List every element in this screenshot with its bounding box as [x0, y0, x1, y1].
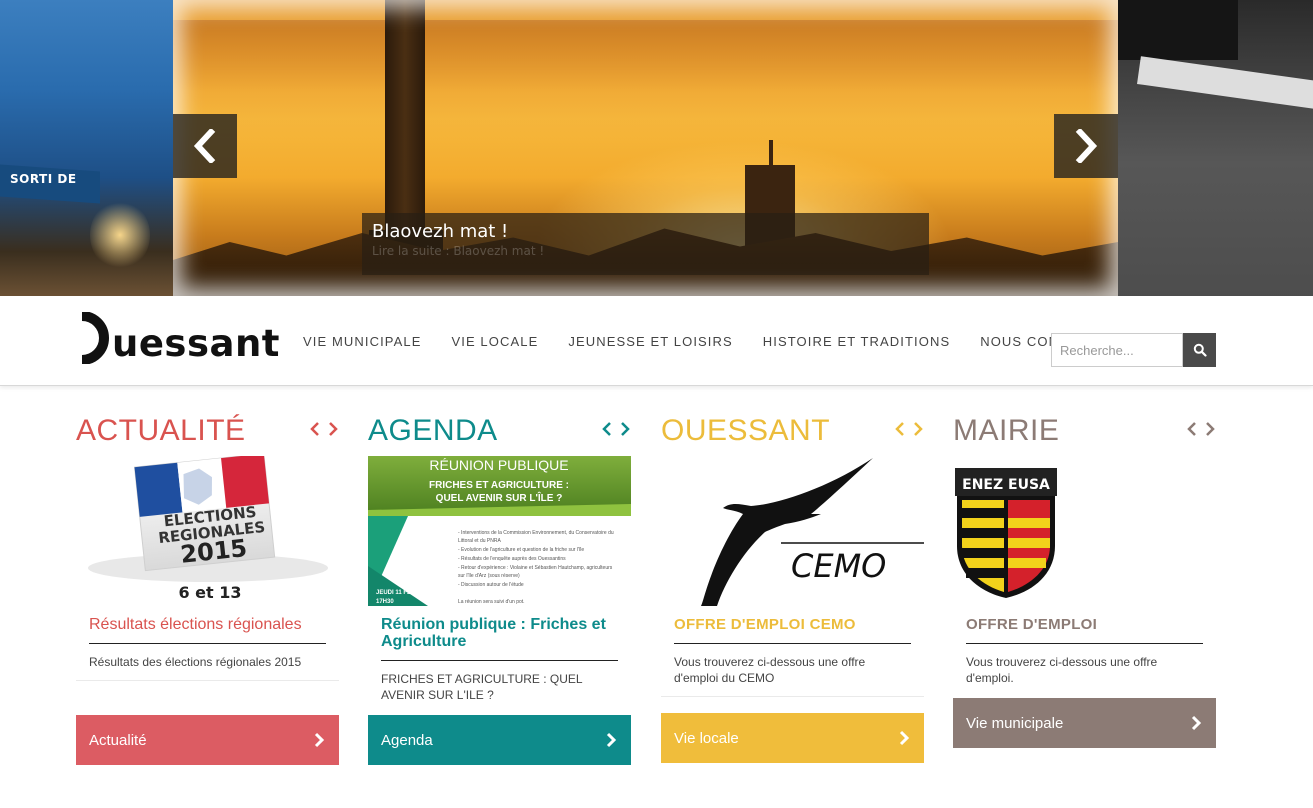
column-arrows: [309, 421, 339, 437]
slide-preview-left[interactable]: SORTI DE: [0, 0, 173, 296]
svg-text:- Evolution de l'agriculture e: - Evolution de l'agriculture et question…: [458, 547, 584, 553]
chevron-right-icon: [1075, 129, 1098, 163]
post-title-link[interactable]: OFFRE D'EMPLOI CEMO: [674, 616, 911, 633]
chevron-right-icon[interactable]: [327, 421, 339, 437]
slide-read-more-link[interactable]: Lire la suite : Blaovezh mat !: [372, 244, 919, 258]
column-actualite: ACTUALITÉ ELECTIONS REGIONALES 2015 6 et…: [76, 413, 339, 765]
post-excerpt: Résultats des élections régionales 2015: [89, 655, 302, 669]
column-arrows: [601, 421, 631, 437]
chevron-left-icon[interactable]: [309, 421, 321, 437]
category-button-label: Agenda: [381, 731, 433, 749]
svg-text:- Interventions de la Commissi: - Interventions de la Commission Environ…: [458, 530, 614, 536]
nav-jeunesse-loisirs[interactable]: JEUNESSE ET LOISIRS: [568, 334, 732, 349]
chevron-right-icon: [606, 732, 617, 748]
post-image[interactable]: ELECTIONS REGIONALES 2015 6 et 13: [76, 456, 339, 606]
chevron-left-icon: [193, 129, 216, 163]
slider-prev-button[interactable]: [173, 114, 237, 178]
column-title: ACTUALITÉ: [76, 414, 246, 447]
svg-text:ENEZ EUSA: ENEZ EUSA: [962, 477, 1050, 493]
logo-text: uessant: [112, 322, 280, 365]
nav-vie-municipale[interactable]: VIE MUNICIPALE: [303, 334, 421, 349]
svg-text:17H30: 17H30: [376, 599, 394, 605]
post-excerpt: Vous trouverez ci-dessous une offre d'em…: [674, 655, 866, 685]
divider: [381, 660, 618, 661]
chevron-right-icon[interactable]: [912, 421, 924, 437]
svg-text:6 et 13: 6 et 13: [178, 583, 241, 602]
column-mairie: MAIRIE ENEZ EUSA OFFRE D'EMPLOI Vous tro…: [953, 413, 1216, 748]
category-button-vie-locale[interactable]: Vie locale: [661, 713, 924, 763]
post-title-link[interactable]: OFFRE D'EMPLOI: [966, 616, 1203, 633]
search-icon: [1193, 343, 1207, 357]
column-arrows: [1186, 421, 1216, 437]
post-image[interactable]: CEMO: [661, 456, 924, 606]
svg-text:JEUDI 11 FEVRIER: JEUDI 11 FEVRIER: [376, 590, 430, 596]
svg-text:- Résultats de l'enquête auprè: - Résultats de l'enquête auprès des Oues…: [458, 556, 566, 562]
category-button-label: Vie municipale: [966, 714, 1064, 732]
chevron-left-icon[interactable]: [601, 421, 613, 437]
svg-text:Littoral et du PNRA: Littoral et du PNRA: [458, 538, 501, 544]
column-agenda: AGENDA RÉUNION PUBLIQUE FRICHES ET AGRIC…: [368, 413, 631, 765]
column-arrows: [894, 421, 924, 437]
slide-caption: Blaovezh mat ! Lire la suite : Blaovezh …: [362, 213, 929, 275]
svg-text:- Discussion autour de l'étude: - Discussion autour de l'étude: [458, 582, 524, 588]
search-form: [1051, 333, 1216, 367]
svg-text:sur l'île d'Arz (sous réserve): sur l'île d'Arz (sous réserve): [458, 573, 520, 579]
chevron-right-icon: [314, 732, 325, 748]
svg-text:CEMO: CEMO: [791, 547, 886, 585]
post-title-link[interactable]: Réunion publique : Friches et Agricultur…: [381, 616, 618, 650]
slider-next-button[interactable]: [1054, 114, 1118, 178]
divider: [674, 643, 911, 644]
slide-preview-right[interactable]: [1118, 0, 1313, 296]
nav-vie-locale[interactable]: VIE LOCALE: [451, 334, 538, 349]
search-button[interactable]: [1183, 333, 1216, 367]
chevron-right-icon: [899, 730, 910, 746]
slide-caption-title: Blaovezh mat !: [372, 221, 509, 242]
svg-text:- Retour d'expérience : Violai: - Retour d'expérience : Violaine et Séba…: [458, 565, 613, 571]
search-input[interactable]: [1051, 333, 1183, 367]
category-button-label: Actualité: [89, 731, 147, 749]
post-excerpt: Vous trouverez ci-dessous une offre d'em…: [966, 655, 1158, 685]
category-button-agenda[interactable]: Agenda: [368, 715, 631, 765]
divider: [76, 680, 339, 681]
category-button-vie-municipale[interactable]: Vie municipale: [953, 698, 1216, 748]
svg-text:La réunion sera suivi d'un pot: La réunion sera suivi d'un pot.: [458, 599, 525, 605]
column-title: OUESSANT: [661, 414, 831, 447]
hero-slider: SORTI DE Blaovezh mat ! Lire la suite : …: [0, 0, 1313, 296]
chevron-right-icon: [1191, 715, 1202, 731]
chevron-left-icon[interactable]: [894, 421, 906, 437]
chevron-left-icon[interactable]: [1186, 421, 1198, 437]
column-title: MAIRIE: [953, 414, 1060, 447]
category-button-label: Vie locale: [674, 729, 739, 747]
svg-text:RÉUNION PUBLIQUE: RÉUNION PUBLIQUE: [429, 457, 568, 473]
site-header: uessant VIE MUNICIPALE VIE LOCALE JEUNES…: [0, 296, 1313, 386]
chevron-right-icon[interactable]: [1204, 421, 1216, 437]
svg-text:FRICHES ET AGRICULTURE :: FRICHES ET AGRICULTURE :: [429, 480, 569, 491]
svg-text:QUEL AVENIR SUR L'ÎLE ?: QUEL AVENIR SUR L'ÎLE ?: [436, 491, 563, 504]
divider: [966, 643, 1203, 644]
category-button-actualite[interactable]: Actualité: [76, 715, 339, 765]
main-nav: VIE MUNICIPALE VIE LOCALE JEUNESSE ET LO…: [303, 334, 1117, 349]
column-title: AGENDA: [368, 414, 498, 447]
post-image[interactable]: RÉUNION PUBLIQUE FRICHES ET AGRICULTURE …: [368, 456, 631, 606]
divider: [89, 643, 326, 644]
post-title-link[interactable]: Résultats élections régionales: [89, 616, 326, 633]
coat-of-arms-icon: ENEZ EUSA: [955, 468, 1057, 598]
post-image[interactable]: ENEZ EUSA: [953, 456, 1216, 606]
nav-histoire-traditions[interactable]: HISTOIRE ET TRADITIONS: [763, 334, 950, 349]
logo-o-mark-icon: [81, 312, 109, 364]
column-ouessant: OUESSANT CEMO OFFRE D'EMPLOI CEMO Vous t…: [661, 413, 924, 763]
divider: [661, 696, 924, 697]
slide-banner-text: SORTI DE: [10, 172, 77, 186]
post-excerpt: FRICHES ET AGRICULTURE : QUEL AVENIR SUR…: [381, 672, 583, 702]
chevron-right-icon[interactable]: [619, 421, 631, 437]
site-logo[interactable]: uessant: [76, 310, 280, 364]
